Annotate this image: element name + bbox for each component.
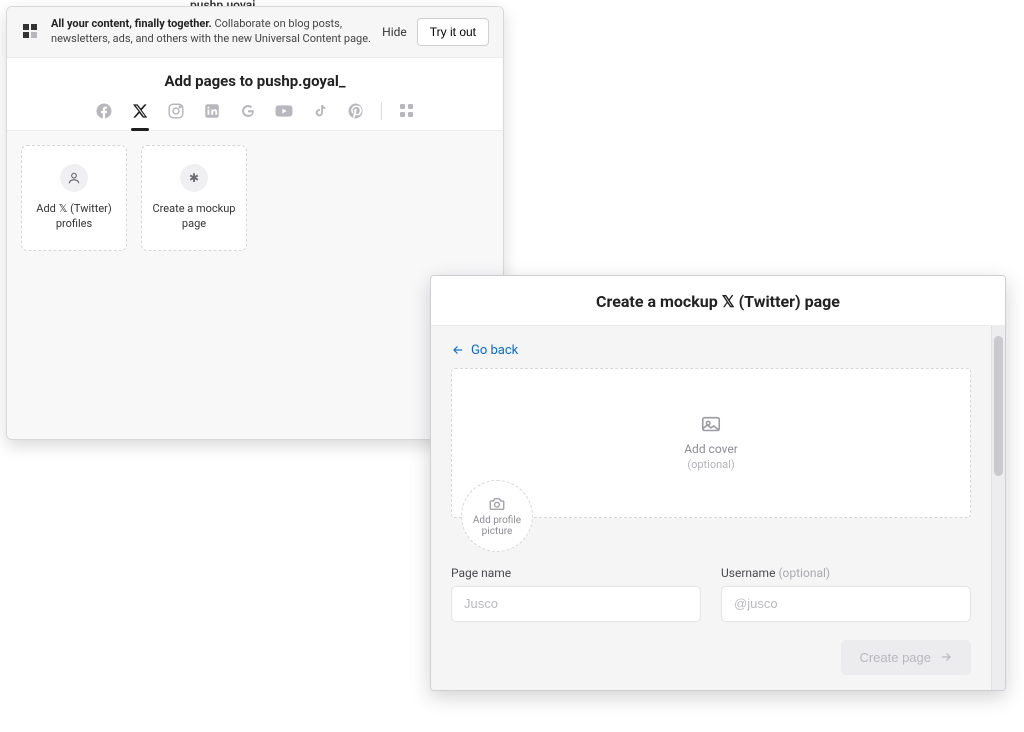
tab-separator — [381, 102, 382, 120]
go-back-label: Go back — [471, 343, 518, 358]
create-page-button[interactable]: Create page — [841, 640, 971, 675]
add-pages-title: Add pages to pushp.goyal_ — [7, 58, 503, 100]
add-profile-picture[interactable]: Add profile picture — [461, 480, 533, 552]
avatar-label-1: Add profile — [473, 515, 521, 526]
google-icon[interactable] — [237, 100, 259, 122]
scrollbar-thumb[interactable] — [994, 336, 1003, 476]
linkedin-icon[interactable] — [201, 100, 223, 122]
youtube-icon[interactable] — [273, 100, 295, 122]
username-label-text: Username — [721, 566, 775, 580]
arrow-right-icon — [939, 650, 953, 664]
x-twitter-icon[interactable] — [129, 100, 151, 122]
add-twitter-profiles-card[interactable]: Add 𝕏 (Twitter) profiles — [21, 145, 127, 251]
instagram-icon[interactable] — [165, 100, 187, 122]
create-mockup-body: Go back Add cover (optional) Add profile — [431, 326, 991, 690]
username-label: Username (optional) — [721, 566, 971, 580]
image-icon — [700, 414, 722, 436]
tiktok-icon[interactable] — [309, 100, 331, 122]
universal-content-banner: All your content, finally together. Coll… — [7, 7, 503, 58]
card-label: Create a mockup page — [142, 202, 246, 232]
person-icon — [60, 164, 88, 192]
avatar-label-2: picture — [482, 526, 513, 537]
scrollbar[interactable] — [991, 326, 1005, 690]
hide-link[interactable]: Hide — [382, 25, 407, 39]
username-optional: (optional) — [778, 566, 830, 580]
cards-area: Add 𝕏 (Twitter) profiles ✱ Create a mock… — [7, 131, 503, 439]
pinterest-icon[interactable] — [345, 100, 367, 122]
add-cover-label: Add cover — [684, 442, 738, 456]
banner-bold: All your content, finally together. — [51, 17, 212, 30]
create-mockup-title: Create a mockup 𝕏 (Twitter) page — [431, 276, 1005, 326]
asterisk-icon: ✱ — [180, 164, 208, 192]
create-mockup-page-card[interactable]: ✱ Create a mockup page — [141, 145, 247, 251]
platform-tabstrip — [7, 100, 503, 131]
create-page-label: Create page — [859, 650, 931, 665]
create-mockup-panel: Create a mockup 𝕏 (Twitter) page Go back… — [430, 275, 1006, 691]
banner-text: All your content, finally together. Coll… — [51, 17, 374, 47]
try-it-out-button[interactable]: Try it out — [417, 18, 489, 46]
facebook-icon[interactable] — [93, 100, 115, 122]
camera-icon — [488, 495, 506, 513]
go-back-link[interactable]: Go back — [451, 343, 518, 358]
card-label: Add 𝕏 (Twitter) profiles — [22, 202, 126, 232]
page-name-input[interactable] — [451, 586, 701, 622]
add-cover-sub: (optional) — [687, 458, 734, 471]
content-grid-icon — [21, 22, 41, 42]
username-input[interactable] — [721, 586, 971, 622]
page-name-label: Page name — [451, 566, 701, 580]
arrow-left-icon — [451, 343, 465, 357]
add-cover-area[interactable]: Add cover (optional) — [451, 368, 971, 518]
more-apps-icon[interactable] — [396, 100, 418, 122]
